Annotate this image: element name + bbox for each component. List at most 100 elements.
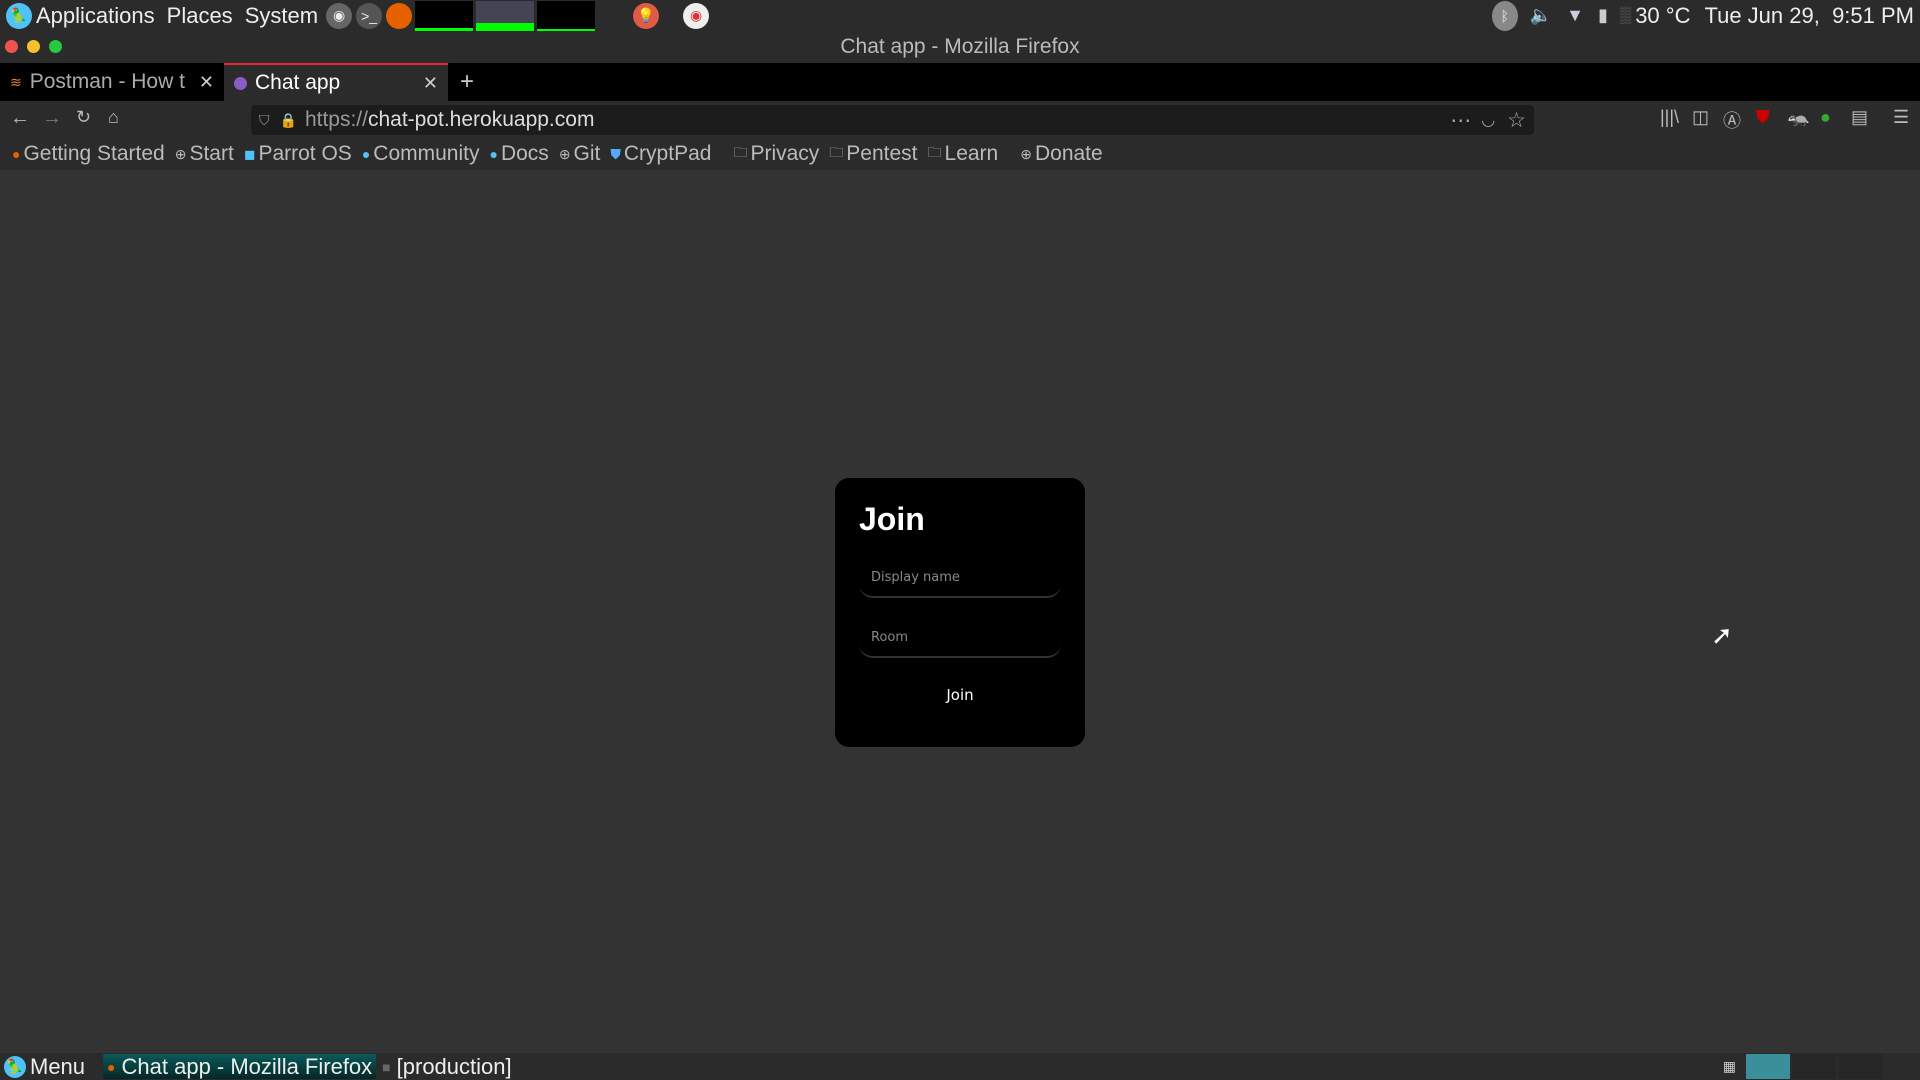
workspace-switcher-icon[interactable]: ▦: [1723, 1058, 1736, 1075]
parrot-icon: 🦜: [4, 1055, 26, 1078]
nav-bar: ← → ↻ ⌂ ⛉ 🔒 https://chat-pot.herokuapp.c…: [0, 101, 1920, 138]
back-icon[interactable]: ←: [10, 107, 30, 130]
task-firefox[interactable]: ● Chat app - Mozilla Firefox: [103, 1053, 377, 1079]
places-menu[interactable]: Places: [167, 3, 233, 29]
lightbulb-icon[interactable]: 💡: [633, 2, 660, 29]
workspace-2[interactable]: [1792, 1054, 1836, 1079]
temperature: 30 °C: [1635, 2, 1691, 28]
bookmark-star-icon[interactable]: ☆: [1507, 108, 1526, 133]
parrot-icon: ●: [489, 146, 498, 162]
screenshot-icon[interactable]: ◉: [683, 2, 710, 29]
home-icon[interactable]: ⌂: [108, 107, 119, 128]
bookmark-label: Parrot OS: [258, 142, 352, 165]
parrot-icon: ●: [361, 146, 371, 162]
tab-label: Postman - How t: [29, 70, 185, 93]
bookmark-label: Getting Started: [23, 142, 165, 165]
globe-icon: ⊕: [558, 145, 571, 162]
memory-graph: [476, 0, 535, 31]
tab-chat-app[interactable]: Chat app ✕: [224, 63, 448, 101]
stackoverflow-icon: ≋: [10, 73, 22, 90]
window-title: Chat app - Mozilla Firefox: [840, 35, 1080, 58]
system-label: System: [244, 2, 319, 28]
ublock-icon[interactable]: ⛊: [1756, 107, 1770, 128]
task-label: Chat app - Mozilla Firefox: [121, 1053, 373, 1079]
bookmark-label: Git: [573, 142, 601, 165]
lock-icon[interactable]: 🔒: [280, 112, 297, 129]
bookmark-folder-privacy[interactable]: 🗀 Privacy: [733, 142, 819, 166]
bookmark-donate[interactable]: ⊕ Donate: [1020, 142, 1102, 166]
addon-b-icon[interactable]: ●: [1820, 107, 1831, 128]
bookmark-label: Learn: [944, 142, 999, 165]
tab-postman[interactable]: ≋ Postman - How t ✕: [0, 63, 224, 101]
bluetooth-icon[interactable]: ᛒ: [1491, 0, 1518, 31]
folder-icon: 🗀: [927, 144, 942, 160]
system-menu[interactable]: System: [245, 3, 318, 29]
privacy-badger-icon[interactable]: 🦡: [1787, 107, 1809, 128]
folder-icon: 🗀: [733, 144, 748, 160]
battery-icon[interactable]: ▮: [1598, 5, 1608, 26]
menu-button[interactable]: 🦜 Menu: [4, 1054, 85, 1080]
firefox-launcher-icon[interactable]: [386, 2, 413, 29]
terminal-launcher-icon[interactable]: >_: [356, 2, 383, 29]
bookmark-docs[interactable]: ● Docs: [489, 142, 548, 166]
close-tab-icon[interactable]: ✕: [423, 73, 438, 94]
page-actions-icon[interactable]: ⋯: [1450, 108, 1471, 133]
close-tab-icon[interactable]: ✕: [199, 72, 214, 93]
places-label: Places: [166, 2, 233, 28]
bookmark-label: Community: [373, 142, 480, 165]
notes-icon[interactable]: ▤: [1851, 107, 1868, 128]
bookmark-folder-learn[interactable]: 🗀 Learn: [928, 142, 999, 166]
url-scheme: https://: [304, 108, 368, 131]
folder-icon: 🗀: [829, 144, 844, 160]
title-bar: Chat app - Mozilla Firefox: [0, 31, 1920, 63]
mouse-cursor-icon: ➚: [1711, 620, 1733, 650]
reload-icon[interactable]: ↻: [76, 107, 91, 128]
volume-icon[interactable]: 🔈: [1530, 5, 1552, 26]
bookmark-label: CryptPad: [623, 142, 712, 165]
network-graph: [537, 0, 596, 31]
bookmark-start[interactable]: ⊕ Start: [175, 142, 234, 166]
bookmark-label: Start: [189, 142, 234, 165]
applications-menu[interactable]: 🦜 Applications: [6, 2, 155, 29]
workspace-1[interactable]: [1746, 1054, 1790, 1079]
join-card: Join Join: [835, 478, 1085, 747]
cpu-graph: [415, 0, 474, 31]
task-label: [production]: [396, 1053, 512, 1079]
bookmark-folder-pentest[interactable]: 🗀 Pentest: [829, 142, 917, 166]
webcam-launcher-icon[interactable]: ◉: [326, 2, 353, 29]
clock[interactable]: Tue Jun 29, 9:51 PM: [1704, 3, 1914, 29]
top-panel: 🦜 Applications Places System ◉ >_ 💡 ◉ ᛒ 🔈…: [0, 0, 1920, 31]
join-button[interactable]: Join: [946, 686, 973, 704]
workspace-3[interactable]: [1838, 1054, 1882, 1079]
globe-icon: ⊕: [1020, 145, 1032, 162]
hamburger-menu-icon[interactable]: ☰: [1893, 107, 1909, 128]
firefox-icon: ●: [107, 1058, 116, 1075]
url-bar[interactable]: ⛉ 🔒 https://chat-pot.herokuapp.com ⋯ ◡ ☆: [251, 105, 1534, 135]
folder-icon: ■: [382, 1058, 391, 1075]
wifi-icon[interactable]: ▼: [1566, 5, 1584, 26]
sidebar-icon[interactable]: ◫: [1692, 107, 1709, 128]
parrot-icon: 🦜: [6, 2, 32, 29]
bottom-panel: 🦜 Menu ● Chat app - Mozilla Firefox ■ [prod…: [0, 1053, 1920, 1080]
forward-icon[interactable]: →: [42, 107, 62, 130]
tracking-shield-icon[interactable]: ⛉: [259, 112, 270, 129]
menu-label: Menu: [30, 1053, 86, 1079]
bookmarks-bar: ● Getting Started ⊕ Start ◼ Parrot OS ● Comm…: [0, 138, 1920, 170]
bookmark-community[interactable]: ● Community: [362, 142, 480, 166]
bookmark-cryptpad[interactable]: ⛊ CryptPad: [610, 142, 711, 166]
task-production[interactable]: ■ [production]: [382, 1054, 511, 1080]
library-icon[interactable]: |||\: [1660, 107, 1679, 128]
pocket-icon[interactable]: ◡: [1481, 110, 1495, 130]
display-name-input[interactable]: [859, 558, 1061, 598]
bookmark-getting-started[interactable]: ● Getting Started: [12, 142, 165, 166]
bookmark-git[interactable]: ⊕ Git: [559, 142, 601, 166]
purple-dot-icon: [234, 76, 247, 90]
room-input[interactable]: [859, 618, 1061, 658]
bookmark-label: Pentest: [846, 142, 918, 165]
addon-a-icon[interactable]: Ⓐ: [1723, 107, 1741, 133]
bookmark-label: Donate: [1034, 142, 1103, 165]
bookmark-label: Privacy: [750, 142, 820, 165]
bookmark-parrot-os[interactable]: ◼ Parrot OS: [244, 142, 352, 166]
new-tab-button[interactable]: +: [450, 63, 484, 101]
firefox-icon: ●: [12, 146, 21, 162]
